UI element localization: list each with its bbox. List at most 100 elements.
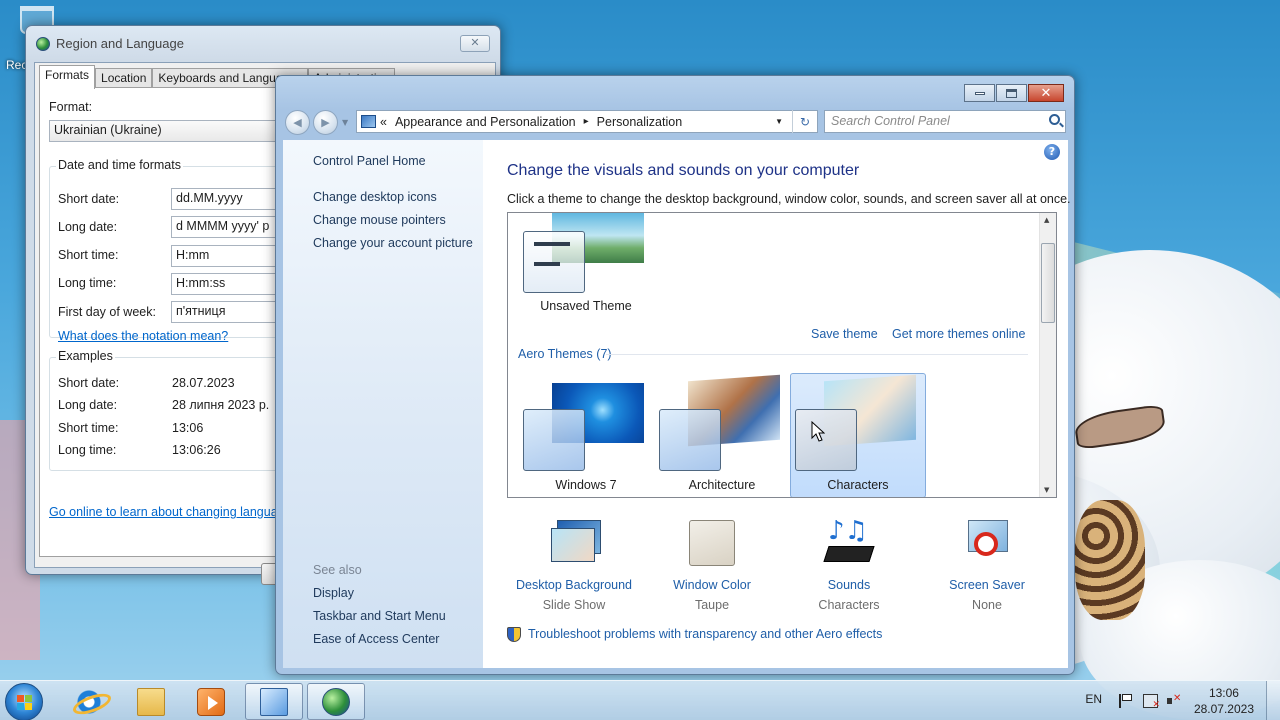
window-color-label[interactable]: Window Color [644,578,780,592]
taskbar-control-panel[interactable] [245,683,303,720]
sidebar: Control Panel Home Change desktop icons … [283,140,483,668]
unsaved-theme-label[interactable]: Unsaved Theme [518,299,654,313]
tab-formats[interactable]: Formats [39,65,96,89]
taskbar-media-player[interactable] [182,683,240,720]
forward-button[interactable]: ▶ [313,110,338,135]
search-placeholder: Search Control Panel [831,114,950,128]
window-content: Control Panel Home Change desktop icons … [283,140,1071,668]
taskbar-internet-explorer[interactable] [60,683,118,720]
no-symbol-icon [974,532,998,556]
minimize-button[interactable] [964,84,995,102]
sidebar-item-change-mouse-pointers[interactable]: Change mouse pointers [313,213,446,227]
minimize-icon [974,91,985,95]
example-short-date-label: Short date: [58,376,120,390]
keyboard-icon [823,546,875,562]
troubleshoot-aero-link[interactable]: Troubleshoot problems with transparency … [528,627,882,641]
uac-shield-icon [507,627,521,642]
address-dropdown-icon[interactable]: ▼ [775,117,783,126]
sidebar-item-display[interactable]: Display [313,586,354,600]
page-title: Change the visuals and sounds on your co… [507,162,860,179]
window-title-bar: Region and Language [36,36,184,51]
recent-pages-dropdown[interactable]: ▼ [342,118,348,127]
see-also-heading: See also [313,563,362,577]
action-center-flag-icon[interactable] [1119,694,1134,708]
long-time-label: Long time: [58,276,117,290]
screen-saver-tile[interactable]: Screen Saver None [919,518,1055,612]
get-more-themes-link[interactable]: Get more themes online [892,327,1025,341]
search-input[interactable]: Search Control Panel [824,110,1066,133]
system-clock[interactable]: 13:06 28.07.2023 [1194,685,1254,717]
breadcrumb-personalization[interactable]: Personalization [597,115,682,129]
refresh-button[interactable]: ↻ [792,110,817,133]
back-button[interactable]: ◀ [285,110,310,135]
start-button[interactable] [5,683,43,720]
unsaved-theme-window-preview [523,231,585,293]
characters-window-preview [795,409,857,471]
example-short-date-value: 28.07.2023 [172,376,235,390]
windows-7-window-preview [523,409,585,471]
network-icon[interactable]: ✕ [1143,694,1160,710]
preview-bar [534,262,560,266]
window-color-value: Taupe [694,598,730,612]
maximize-icon [1006,88,1017,98]
mute-badge-icon: ✕ [1173,693,1182,704]
short-date-label: Short date: [58,192,120,206]
desktop-background-icon [549,518,601,568]
desktop-background-label[interactable]: Desktop Background [506,578,642,592]
desktop-background-value: Slide Show [542,598,606,612]
maximize-button[interactable] [996,84,1027,102]
sounds-value: Characters [818,598,880,612]
speaker-shape [1167,698,1172,704]
language-indicator[interactable]: EN [1085,692,1102,706]
scroll-up-icon[interactable]: ▲ [1044,216,1049,224]
window-color-tile[interactable]: Window Color Taupe [644,518,780,612]
breadcrumb-separator-icon[interactable]: ▸ [584,116,589,127]
theme-list-scrollbar[interactable]: ▲ ▼ [1039,213,1056,497]
sounds-tile[interactable]: ♪♫ Sounds Characters [781,518,917,612]
characters-theme-label[interactable]: Characters [790,478,926,492]
theme-list[interactable]: Unsaved Theme Save theme Get more themes… [507,212,1057,498]
folder-icon [137,687,165,716]
personalization-window: ✕ ◀ ▶ ▼ « Appearance and Personalization… [275,75,1075,675]
window-title: Region and Language [56,36,184,51]
screen-saver-value: None [972,598,1002,612]
sounds-label[interactable]: Sounds [781,578,917,592]
desktop-background-tile[interactable]: Desktop Background Slide Show [506,518,642,612]
short-time-label: Short time: [58,248,119,262]
taskbar-region-and-language[interactable] [307,683,365,720]
forward-arrow-icon: ▶ [321,116,330,129]
screen-saver-label[interactable]: Screen Saver [919,578,1055,592]
example-short-time-label: Short time: [58,421,119,435]
windows-7-theme-label[interactable]: Windows 7 [518,478,654,492]
notation-help-link[interactable]: What does the notation mean? [58,329,228,343]
aero-themes-heading: Aero Themes (7) [518,347,612,361]
sidebar-item-change-account-picture[interactable]: Change your account picture [313,236,473,250]
close-button[interactable]: ✕ [460,35,490,52]
search-icon[interactable] [1049,114,1060,125]
scroll-down-icon[interactable]: ▼ [1044,486,1049,494]
scrollbar-thumb[interactable] [1041,243,1055,323]
windows-logo-icon [17,695,32,710]
internet-explorer-icon [75,687,103,716]
address-chevrons[interactable]: « [380,115,387,129]
sidebar-item-taskbar-start-menu[interactable]: Taskbar and Start Menu [313,609,446,623]
breadcrumb-appearance[interactable]: Appearance and Personalization [395,115,576,129]
architecture-theme-label[interactable]: Architecture [654,478,790,492]
show-desktop-button[interactable] [1266,681,1280,720]
sidebar-item-change-desktop-icons[interactable]: Change desktop icons [313,190,437,204]
format-label: Format: [49,100,93,114]
close-button[interactable]: ✕ [1028,84,1064,102]
sidebar-item-ease-of-access[interactable]: Ease of Access Center [313,632,439,646]
volume-icon[interactable]: ✕ [1167,693,1182,708]
online-language-link[interactable]: Go online to learn about changing langua [49,505,278,519]
sidebar-item-control-panel-home[interactable]: Control Panel Home [313,154,426,168]
save-theme-link[interactable]: Save theme [811,327,878,341]
control-panel-icon [260,687,288,716]
help-button[interactable]: ? [1044,144,1060,160]
group-title: Date and time formats [56,158,183,172]
address-bar[interactable]: « Appearance and Personalization ▸ Perso… [356,110,818,133]
taskbar-windows-explorer[interactable] [122,683,180,720]
tab-location[interactable]: Location [95,68,153,89]
music-notes-icon: ♪♫ [828,516,868,546]
group-title: Examples [56,349,115,363]
